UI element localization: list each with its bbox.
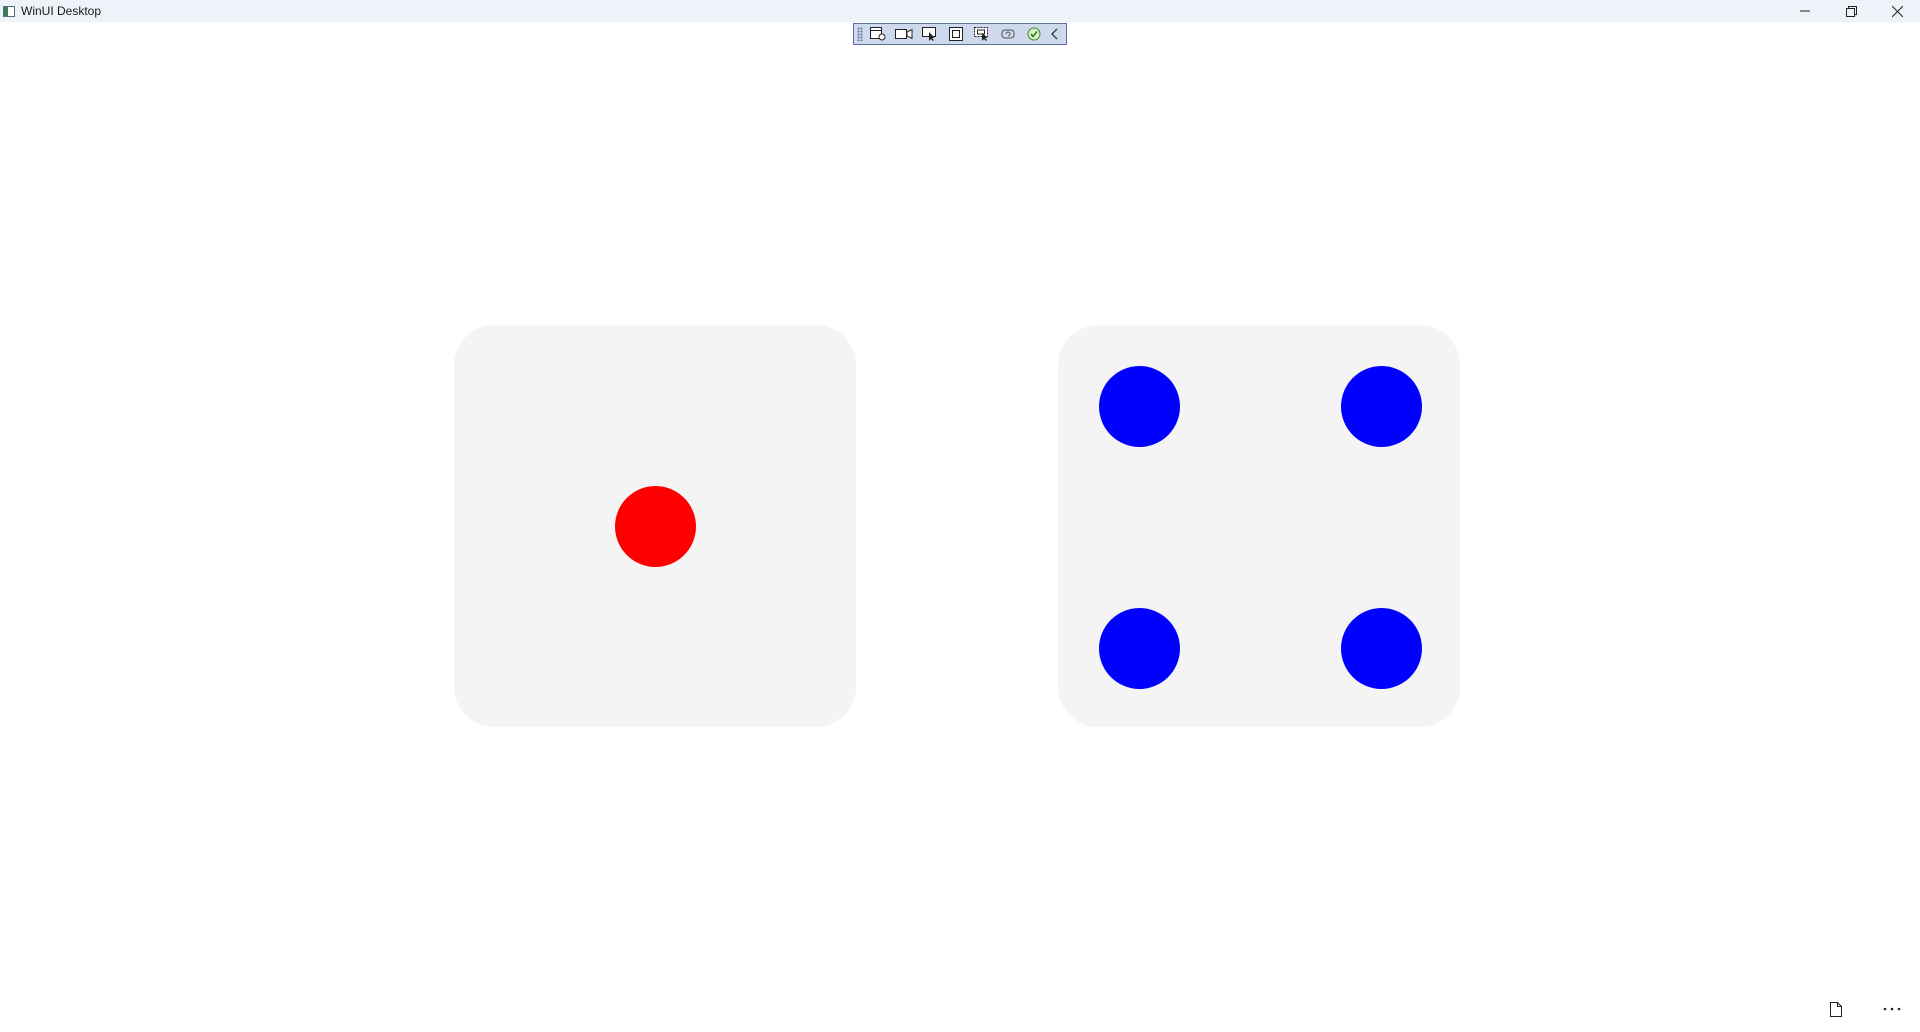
accessibility-check-icon xyxy=(1027,27,1041,41)
title-bar[interactable]: WinUI Desktop xyxy=(0,0,1920,22)
collapse-icon xyxy=(1051,28,1058,40)
display-layout-adorners-button[interactable] xyxy=(945,25,967,43)
app-icon xyxy=(3,5,15,17)
die-pip-blue xyxy=(1099,608,1180,689)
minimize-button[interactable] xyxy=(1782,0,1828,22)
toolbar-grip[interactable] xyxy=(857,27,863,41)
restore-button[interactable] xyxy=(1828,0,1874,22)
record-button[interactable] xyxy=(893,25,915,43)
live-visual-tree-icon xyxy=(870,27,886,41)
bottom-command-bar xyxy=(1808,992,1920,1026)
restore-icon xyxy=(1845,5,1857,17)
die-pip-blue xyxy=(1099,366,1180,447)
document-button[interactable] xyxy=(1808,992,1864,1026)
minimize-icon xyxy=(1800,10,1810,12)
hot-reload-button[interactable] xyxy=(997,25,1019,43)
more-options-button[interactable] xyxy=(1864,992,1920,1026)
window-controls xyxy=(1782,0,1920,22)
die-pip-blue xyxy=(1341,608,1422,689)
hot-reload-icon xyxy=(1001,29,1015,39)
select-element-icon xyxy=(922,27,936,41)
die-four xyxy=(1058,325,1460,727)
xaml-debug-toolbar[interactable] xyxy=(853,23,1067,45)
select-element-button[interactable] xyxy=(919,25,941,43)
collapse-toolbar-button[interactable] xyxy=(1049,25,1061,43)
track-focus-icon xyxy=(974,27,988,41)
accessibility-check-button[interactable] xyxy=(1023,25,1045,43)
track-focus-button[interactable] xyxy=(971,25,993,43)
window-title: WinUI Desktop xyxy=(21,4,102,18)
die-pip-blue xyxy=(1341,366,1422,447)
document-icon xyxy=(1830,1001,1842,1017)
record-icon xyxy=(895,28,913,40)
die-one xyxy=(454,325,856,727)
display-layout-adorners-icon xyxy=(949,27,963,41)
close-icon xyxy=(1891,5,1903,17)
live-visual-tree-button[interactable] xyxy=(867,25,889,43)
more-options-icon xyxy=(1883,1007,1901,1011)
die-pip-red xyxy=(615,486,696,567)
close-button[interactable] xyxy=(1874,0,1920,22)
